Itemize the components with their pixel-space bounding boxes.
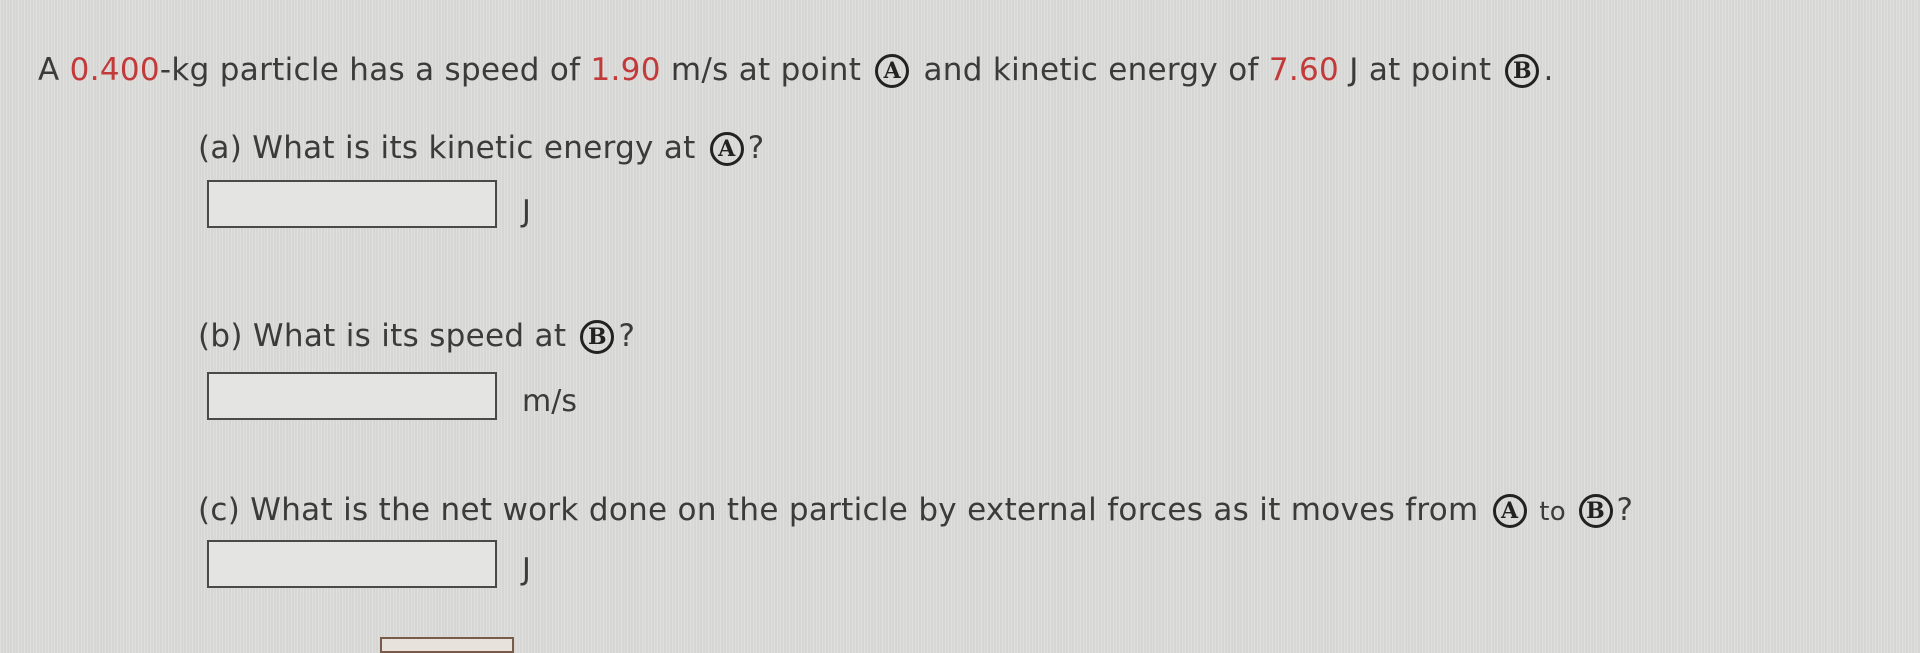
text: and kinetic energy of (913, 52, 1269, 88)
unit-b: m/s (522, 384, 577, 419)
text: to (1530, 497, 1575, 527)
point-a-icon: A (709, 132, 744, 166)
question-b-text: (b) What is its speed at (198, 318, 577, 354)
question-a: (a) What is its kinetic energy at A? (198, 130, 765, 166)
text: . (1543, 52, 1554, 88)
text: J at point (1339, 52, 1502, 88)
point-a-icon: A (1492, 494, 1527, 528)
text: ? (1616, 492, 1634, 528)
point-b-icon: B (1505, 54, 1540, 88)
point-a-icon: A (875, 54, 910, 88)
question-a-text: (a) What is its kinetic energy at (198, 130, 706, 166)
answer-c-input[interactable] (207, 540, 497, 588)
point-b-icon: B (580, 320, 615, 354)
partial-button[interactable] (380, 637, 514, 653)
unit-a: J (522, 194, 531, 229)
text: ? (618, 318, 636, 354)
text: ? (747, 130, 765, 166)
answer-b-input[interactable] (207, 372, 497, 420)
text: m/s at point (660, 52, 872, 88)
question-c: (c) What is the net work done on the par… (198, 492, 1633, 528)
text: A (38, 52, 70, 88)
unit-c: J (522, 552, 531, 587)
text: -kg particle has a speed of (159, 52, 591, 88)
energy-value: 7.60 (1268, 52, 1340, 88)
mass-value: 0.400 (69, 52, 160, 88)
answer-a-input[interactable] (207, 180, 497, 228)
question-b: (b) What is its speed at B? (198, 318, 635, 354)
speed-value: 1.90 (590, 52, 661, 88)
point-b-icon: B (1578, 494, 1613, 528)
question-c-text: (c) What is the net work done on the par… (198, 492, 1489, 528)
problem-statement: A 0.400-kg particle has a speed of 1.90 … (38, 52, 1554, 88)
